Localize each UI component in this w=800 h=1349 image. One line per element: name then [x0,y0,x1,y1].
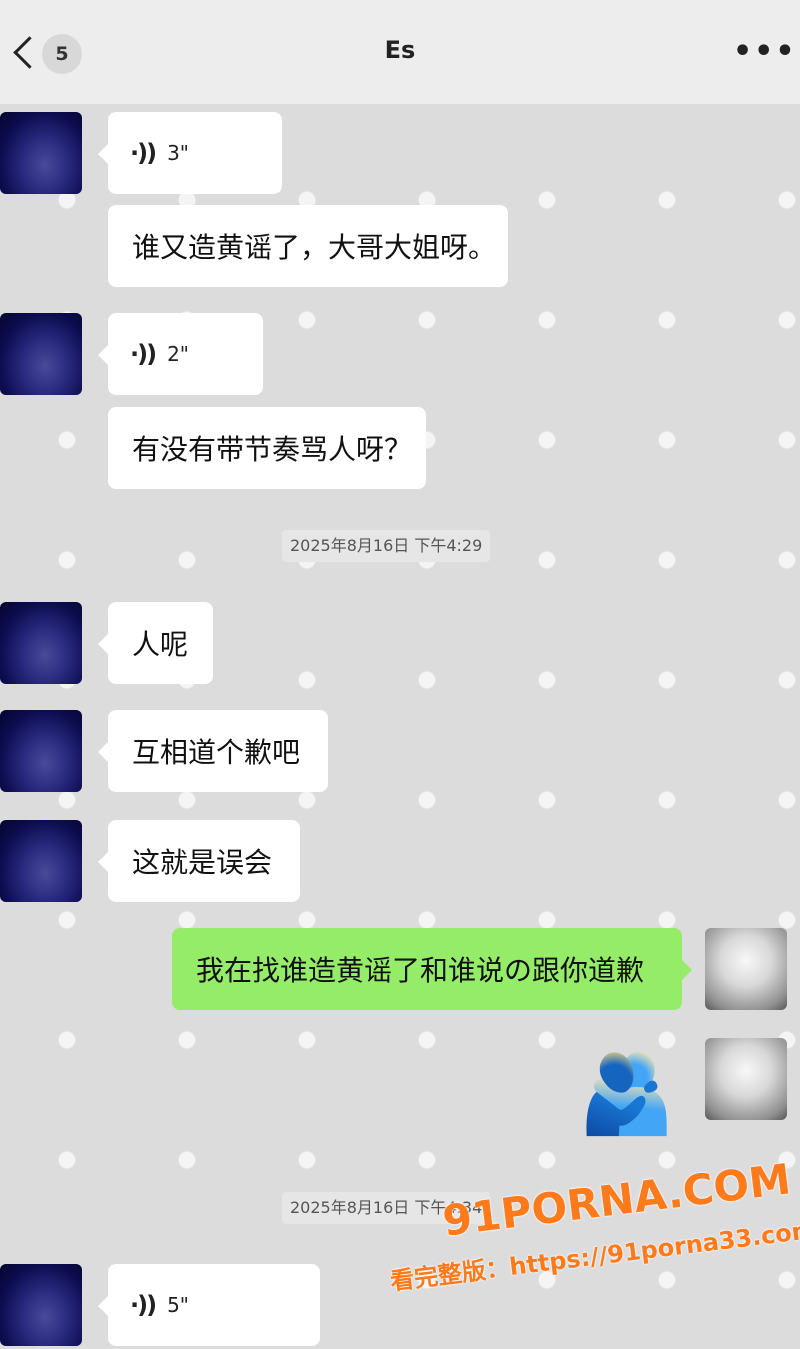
message-bubble[interactable]: 谁又造黄谣了，大哥大姐呀。 [108,205,508,287]
voice-duration: 5" [167,1293,189,1317]
voice-message-bubble[interactable]: ·)) 2" [98,313,263,395]
voice-duration: 2" [167,342,189,366]
avatar[interactable] [0,710,82,792]
message-text: 这就是误会 [132,846,273,879]
chat-title: Es [384,36,416,64]
message-text: 互相道个歉吧 [132,736,301,769]
chevron-left-icon [13,36,46,69]
voice-icon: ·)) [130,139,157,167]
sent-message-bubble[interactable]: 我在找谁造黄谣了和谁说の跟你道歉 [172,928,692,1010]
message-text: 我在找谁造黄谣了和谁说の跟你道歉 [196,954,645,987]
unread-count-badge[interactable]: 5 [42,34,82,74]
more-options-button[interactable]: ••• [733,30,795,74]
voice-duration: 3" [167,141,189,165]
chat-header: 5 Es ••• [0,0,800,104]
voice-message-bubble[interactable]: ·)) 3" [98,112,282,194]
timestamp: 2025年8月16日 下午4:29 [282,530,491,562]
voice-icon: ·)) [130,340,157,368]
message-bubble[interactable]: 人呢 [98,602,213,684]
message-text: 有没有带节奏骂人呀？ [132,433,413,466]
avatar[interactable] [0,112,82,194]
voice-icon: ·)) [130,1291,157,1319]
message-text: 谁又造黄谣了，大哥大姐呀。 [132,231,497,264]
back-button[interactable] [8,33,46,73]
avatar[interactable] [0,1264,82,1346]
message-bubble[interactable]: 有没有带节奏骂人呀？ [108,407,426,489]
message-text: 人呢 [132,628,189,661]
voice-message-bubble[interactable]: ·)) 5" [98,1264,320,1346]
avatar[interactable] [0,602,82,684]
message-bubble[interactable]: 互相道个歉吧 [98,710,328,792]
hug-emoji[interactable]: 🫂 [578,1046,675,1142]
avatar[interactable] [0,313,82,395]
my-avatar[interactable] [705,1038,787,1120]
avatar[interactable] [0,820,82,902]
message-bubble[interactable]: 这就是误会 [98,820,300,902]
my-avatar[interactable] [705,928,787,1010]
